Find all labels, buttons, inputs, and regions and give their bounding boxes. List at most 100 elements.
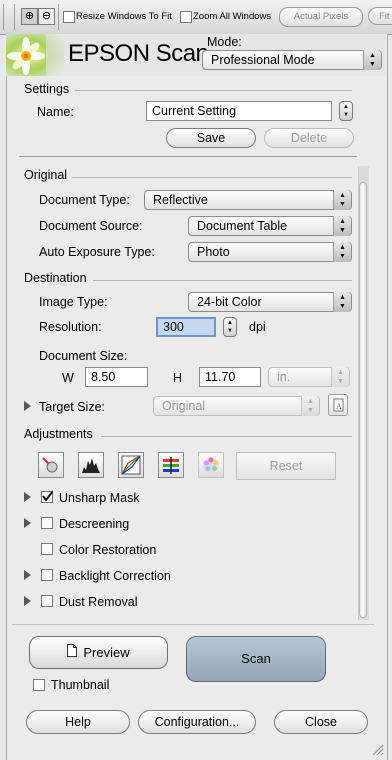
panel-divider: [19, 156, 357, 157]
popup-arrows-icon: ▲ ▼: [333, 190, 351, 210]
mode-select[interactable]: Professional Mode ▲ ▼: [202, 50, 382, 70]
descreening-checkbox[interactable]: [41, 517, 53, 529]
unsharp-mask-checkbox[interactable]: [41, 490, 53, 503]
svg-text:A: A: [336, 402, 342, 411]
color-wheel-icon: [203, 457, 219, 473]
backlight-correction-checkbox[interactable]: [41, 569, 53, 581]
popup-arrows-icon: ▲ ▼: [301, 396, 319, 416]
popup-arrows-icon: ▲ ▼: [333, 292, 351, 312]
auto-exposure-select[interactable]: Photo ▲ ▼: [188, 242, 352, 262]
color-palette-button[interactable]: [198, 452, 224, 478]
original-divider: [72, 177, 352, 178]
color-balance-icon: [163, 457, 179, 474]
fit-screen-button[interactable]: Fit: [368, 7, 392, 25]
color-restoration-checkbox[interactable]: [41, 543, 53, 555]
target-size-edit-button[interactable]: A: [328, 394, 348, 416]
target-size-disclosure-icon[interactable]: [24, 401, 31, 411]
destination-section-label: Destination: [24, 271, 87, 285]
target-size-label: Target Size:: [39, 400, 106, 414]
dust-removal-label: Dust Removal: [59, 595, 138, 609]
tone-curve-icon: [121, 455, 141, 475]
tone-curve-button[interactable]: [118, 452, 144, 478]
original-section-label: Original: [24, 168, 68, 182]
height-field[interactable]: 11.70: [199, 367, 261, 387]
color-dropper-icon: [42, 457, 58, 473]
panel-scrollbar-thumb[interactable]: [359, 182, 367, 618]
footer-divider: [12, 624, 374, 625]
dust-removal-disclosure-icon[interactable]: [24, 596, 31, 606]
popup-arrows-icon: ▲ ▼: [333, 242, 351, 262]
image-adjustment-button[interactable]: [158, 452, 184, 478]
destination-divider: [93, 280, 352, 281]
toolbar-separator: [58, 4, 59, 30]
preview-label: Preview: [83, 644, 130, 660]
descreening-disclosure-icon[interactable]: [24, 518, 31, 528]
height-label: H: [173, 371, 183, 385]
document-source-label: Document Source:: [39, 219, 143, 233]
document-type-select[interactable]: Reflective ▲ ▼: [144, 190, 352, 210]
document-icon: [67, 644, 78, 660]
reset-button[interactable]: Reset: [236, 452, 336, 480]
save-button[interactable]: Save: [166, 128, 256, 148]
dust-removal-checkbox[interactable]: [41, 595, 53, 607]
target-size-select[interactable]: Original ▲ ▼: [153, 396, 320, 416]
name-label: Name:: [37, 105, 74, 119]
auto-exposure-label: Auto Exposure Type:: [39, 245, 155, 259]
app-toolbar: ⊕ ⊖ Resize Windows To Fit Zoom All Windo…: [0, 0, 392, 35]
descreening-label: Descreening: [59, 517, 130, 531]
size-unit-select[interactable]: in. ▲ ▼: [268, 367, 350, 387]
backlight-correction-label: Backlight Correction: [59, 569, 171, 583]
scan-button[interactable]: Scan: [186, 636, 326, 682]
configuration-button[interactable]: Configuration...: [138, 710, 256, 734]
size-unit-value: in.: [277, 370, 291, 384]
document-source-select[interactable]: Document Table ▲ ▼: [188, 216, 352, 236]
thumbnail-checkbox[interactable]: [33, 679, 45, 691]
histogram-dropper-button[interactable]: [38, 452, 64, 478]
target-size-value: Original: [162, 399, 206, 413]
delete-button[interactable]: Delete: [264, 128, 354, 148]
document-type-value: Reflective: [153, 193, 208, 207]
setting-name-field[interactable]: Current Setting: [146, 101, 332, 121]
mode-label: Mode:: [207, 35, 242, 49]
setting-name-stepper[interactable]: ▲ ▼: [339, 101, 353, 121]
resolution-field[interactable]: 300: [156, 317, 216, 337]
close-button[interactable]: Close: [274, 710, 368, 734]
histogram-icon: [82, 458, 100, 473]
auto-exposure-value: Photo: [197, 245, 230, 259]
image-type-value: 24-bit Color: [197, 295, 262, 309]
zoom-in-icon[interactable]: ⊕: [21, 8, 38, 25]
resize-windows-label: Resize Windows To Fit: [76, 11, 172, 22]
mode-value: Professional Mode: [211, 53, 315, 67]
resolution-unit: dpi: [249, 320, 266, 334]
toolbar-separator: [14, 4, 15, 30]
width-field[interactable]: 8.50: [85, 367, 148, 387]
zoom-all-checkbox[interactable]: [180, 11, 192, 23]
document-size-label: Document Size:: [39, 349, 128, 363]
backlight-correction-disclosure-icon[interactable]: [24, 570, 31, 580]
popup-arrows-icon: ▲ ▼: [331, 367, 349, 387]
help-button[interactable]: Help: [26, 710, 130, 734]
image-type-select[interactable]: 24-bit Color ▲ ▼: [188, 292, 352, 312]
zoom-all-label: Zoom All Windows: [193, 11, 272, 22]
zoom-out-icon[interactable]: ⊖: [38, 8, 55, 25]
preview-button[interactable]: Preview: [29, 636, 168, 669]
resize-windows-checkbox[interactable]: [63, 11, 75, 23]
document-edit-icon: A: [333, 398, 344, 412]
checkmark-icon: [42, 490, 53, 502]
histogram-adjustment-button[interactable]: [78, 452, 104, 478]
unsharp-mask-disclosure-icon[interactable]: [24, 492, 31, 502]
settings-section-label: Settings: [24, 82, 70, 96]
resolution-label: Resolution:: [39, 320, 102, 334]
width-label: W: [62, 371, 74, 385]
adjustments-section-label: Adjustments: [24, 427, 93, 441]
popup-arrows-icon: ▲ ▼: [363, 50, 381, 70]
actual-pixels-button[interactable]: Actual Pixels: [279, 7, 363, 27]
adjustments-divider: [101, 436, 352, 437]
color-restoration-label: Color Restoration: [59, 543, 157, 557]
document-type-label: Document Type:: [39, 193, 130, 207]
resize-grip-icon[interactable]: [370, 742, 384, 756]
image-type-label: Image Type:: [39, 295, 108, 309]
resolution-stepper[interactable]: ▲ ▼: [223, 317, 237, 337]
toolbar-separator: [3, 4, 4, 30]
app-title: EPSON Scan: [68, 40, 209, 67]
